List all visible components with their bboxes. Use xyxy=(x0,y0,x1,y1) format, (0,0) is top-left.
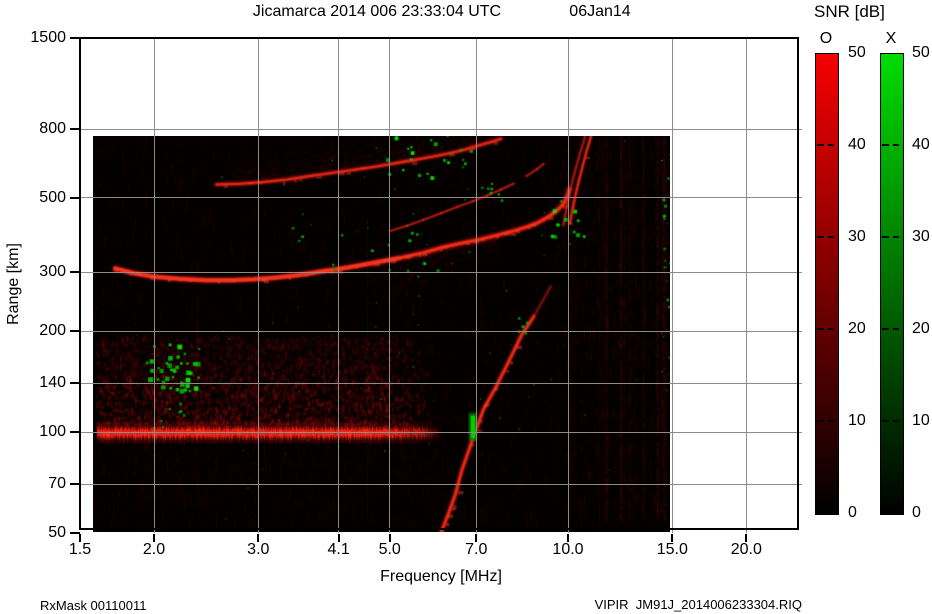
y-gridline xyxy=(80,382,802,384)
y-tick-label: 50 xyxy=(48,523,66,541)
colorbar-O-bar xyxy=(815,53,839,515)
ionogram-data-canvas xyxy=(93,136,670,532)
colorbar-tick-label: 20 xyxy=(912,320,930,337)
y-tick-mark xyxy=(70,483,80,486)
x-tick-label: 3.0 xyxy=(247,541,270,558)
x-gridline xyxy=(153,38,155,533)
x-gridline xyxy=(338,38,340,533)
colorbar-tick-label: 40 xyxy=(912,136,930,153)
colorbar-tick-label: 0 xyxy=(912,504,921,521)
colorbar-tick-dash xyxy=(828,144,834,146)
colorbar-tick-dash xyxy=(817,420,824,422)
colorbar-tick-label: 10 xyxy=(912,412,930,429)
y-tick-label: 1500 xyxy=(30,29,66,46)
colorbar-tick-label: 30 xyxy=(848,228,866,245)
x-tick-label: 1.5 xyxy=(68,541,92,558)
y-tick-label: 100 xyxy=(39,423,66,441)
y-tick-label: 200 xyxy=(39,322,66,340)
colorbar-tick-dash xyxy=(893,144,899,146)
colorbar-tick-label: 10 xyxy=(848,412,866,429)
x-gridline xyxy=(567,38,569,533)
y-gridline xyxy=(80,431,802,433)
y-tick-label: 300 xyxy=(39,263,66,281)
x-gridline xyxy=(475,38,477,533)
y-gridline xyxy=(80,197,802,199)
y-tick-mark xyxy=(70,431,80,434)
colorbar-tick-label: 30 xyxy=(912,228,930,245)
y-tick-mark xyxy=(70,382,80,385)
y-tick-mark xyxy=(70,330,80,333)
y-gridline xyxy=(80,271,802,273)
x-gridline xyxy=(671,38,673,533)
colorbar-tick-dash xyxy=(817,236,824,238)
y-tick-label: 140 xyxy=(39,374,66,392)
colorbar-tick-dash xyxy=(882,144,889,146)
y-axis-label: Range [km] xyxy=(5,243,22,325)
colorbar-tick-dash xyxy=(828,236,834,238)
colorbar-tick-dash xyxy=(817,144,824,146)
colorbar-X-label: X xyxy=(885,30,897,47)
x-tick-label: 4.1 xyxy=(327,541,350,558)
y-tick-mark xyxy=(70,271,80,274)
x-gridline xyxy=(745,38,747,533)
colorbar-tick-label: 50 xyxy=(848,44,866,61)
x-gridline xyxy=(257,38,259,533)
y-tick-label: 70 xyxy=(48,475,66,493)
x-tick-label: 20.0 xyxy=(730,541,762,558)
y-gridline xyxy=(80,330,802,332)
colorbar-tick-dash xyxy=(882,420,889,422)
ionogram-screenshot: Jicamarca 2014 006 23:33:04 UTC 06Jan14 … xyxy=(0,0,932,614)
x-tick-label: 15.0 xyxy=(656,541,688,558)
y-tick-mark xyxy=(70,128,80,131)
x-gridline xyxy=(389,38,391,533)
colorbar-tick-dash xyxy=(893,236,899,238)
x-tick-label: 2.0 xyxy=(142,541,166,558)
y-gridline xyxy=(80,483,802,485)
y-tick-mark xyxy=(70,196,80,199)
colorbar-title: SNR [dB] xyxy=(814,2,885,21)
colorbar-tick-dash xyxy=(893,420,899,422)
page-title-date: 06Jan14 xyxy=(569,3,631,20)
y-tick-mark xyxy=(70,37,80,39)
page-title: Jicamarca 2014 006 23:33:04 UTC xyxy=(252,3,502,20)
colorbar-X-bar xyxy=(880,53,904,515)
colorbar-O-label: O xyxy=(819,30,833,47)
footer-rxmask: RxMask 00110011 xyxy=(40,598,147,613)
colorbar-tick-dash xyxy=(882,328,889,330)
x-tick-label: 10.0 xyxy=(552,541,584,558)
colorbar-tick-label: 0 xyxy=(848,504,857,521)
colorbar-tick-label: 40 xyxy=(848,136,866,153)
y-tick-label: 500 xyxy=(39,188,66,206)
colorbar-tick-dash xyxy=(893,328,899,330)
x-tick-label: 5.0 xyxy=(378,541,401,558)
colorbar-tick-label: 50 xyxy=(912,44,930,61)
y-gridline xyxy=(80,128,802,130)
y-tick-mark xyxy=(70,531,80,534)
y-tick-label: 800 xyxy=(39,120,66,138)
colorbar-tick-dash xyxy=(817,328,824,330)
colorbar-tick-dash xyxy=(828,420,834,422)
x-axis-label: Frequency [MHz] xyxy=(380,568,502,585)
colorbar-tick-dash xyxy=(828,328,834,330)
x-tick-label: 7.0 xyxy=(465,541,488,558)
footer-filename: VIPIR JM91J_2014006233304.RIQ xyxy=(594,597,802,612)
colorbar-tick-dash xyxy=(882,236,889,238)
colorbar-tick-label: 20 xyxy=(848,320,866,337)
